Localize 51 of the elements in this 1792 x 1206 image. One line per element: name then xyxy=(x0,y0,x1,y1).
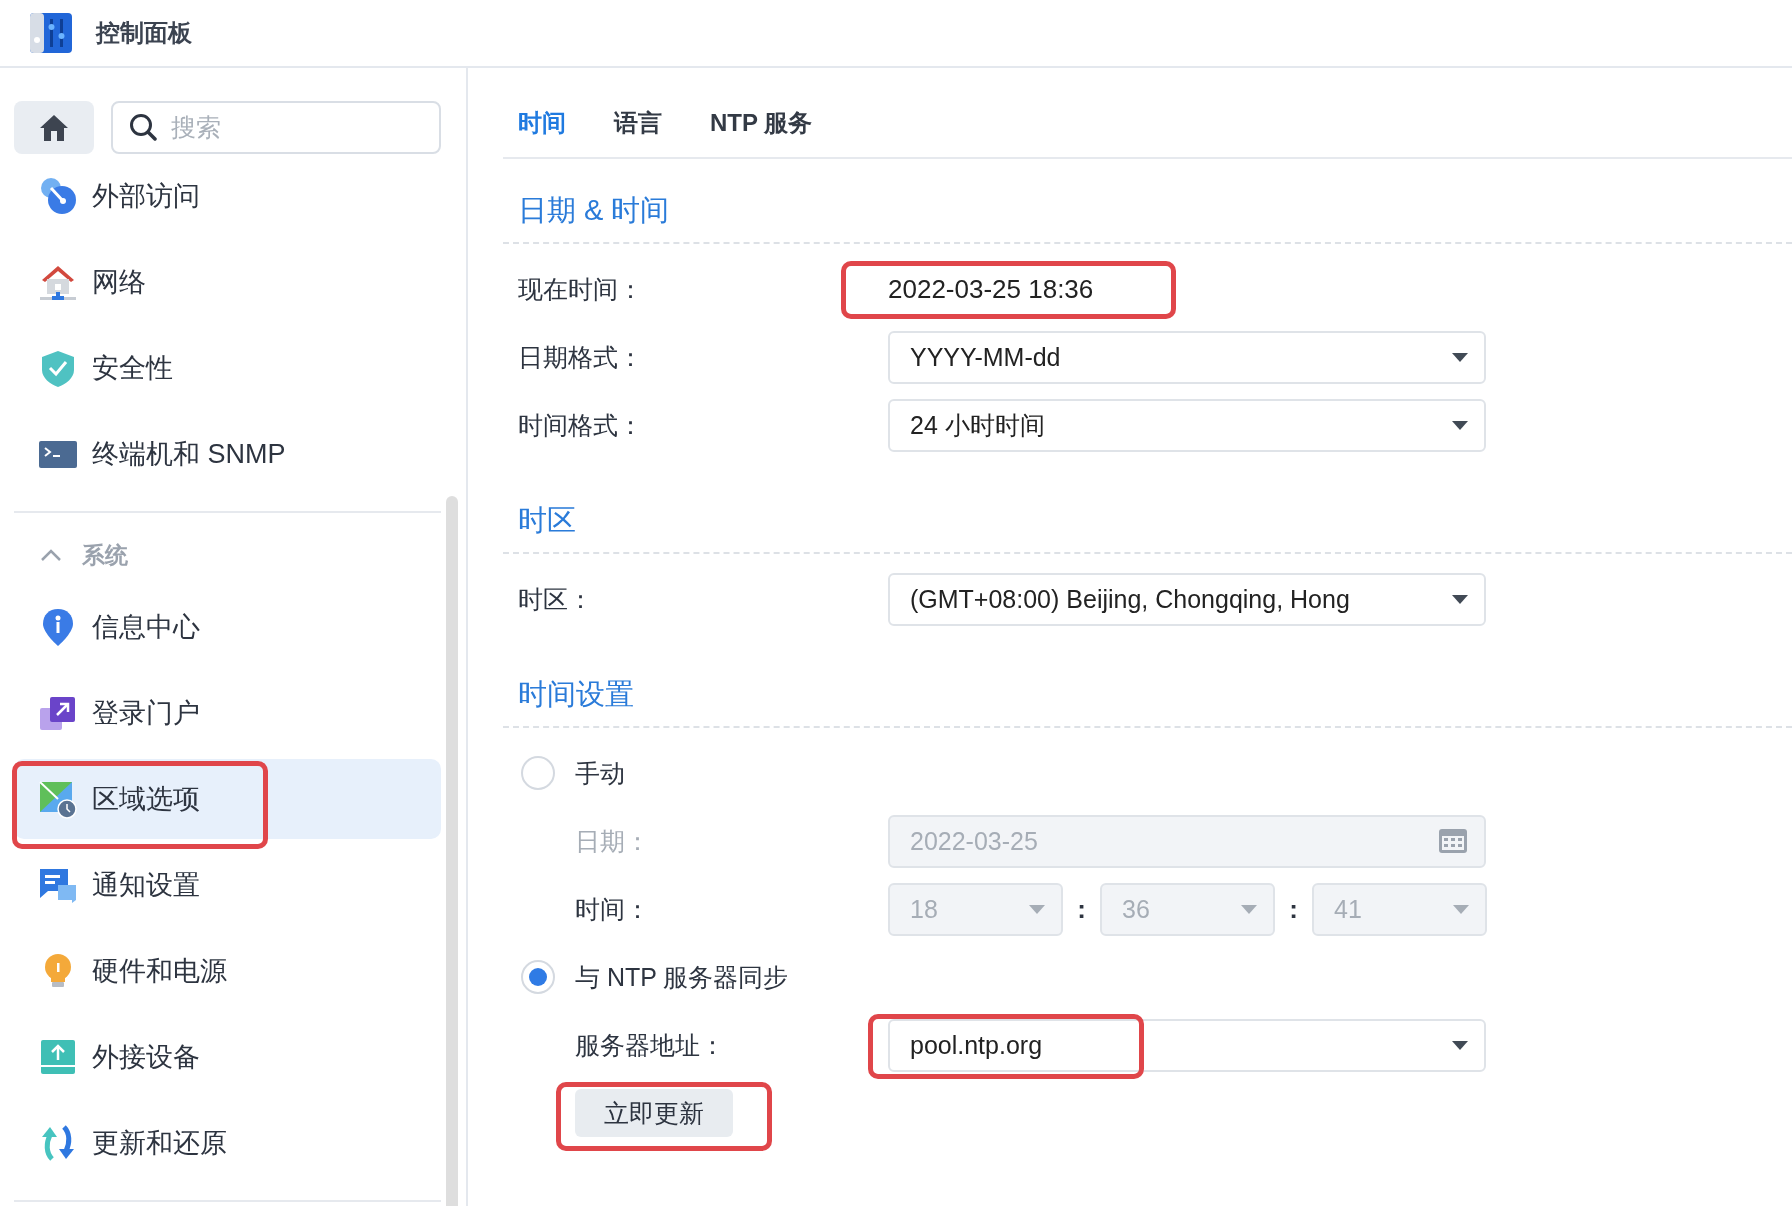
search-field[interactable]: 搜索 xyxy=(111,101,441,154)
radio-button[interactable] xyxy=(521,960,555,994)
section-title: 日期 & 时间 xyxy=(503,180,1792,244)
gauge-icon xyxy=(38,176,78,216)
sidebar-item[interactable]: 通知设置 xyxy=(14,845,441,925)
sidebar-item[interactable]: 信息中心 xyxy=(14,587,441,667)
sidebar-item[interactable]: 更新和还原 xyxy=(14,1103,441,1183)
search-icon xyxy=(129,113,157,141)
section-title: 时间设置 xyxy=(503,664,1792,728)
sidebar-item[interactable]: 安全性 xyxy=(14,328,441,408)
caret-icon[interactable] xyxy=(1452,352,1468,362)
sidebar-item[interactable]: 硬件和电源 xyxy=(14,931,441,1011)
field-label: 日期： xyxy=(575,825,651,857)
home-button[interactable] xyxy=(14,101,94,154)
home-icon xyxy=(39,113,69,142)
update-now-button[interactable]: 立即更新 xyxy=(575,1089,733,1137)
sidebar-item[interactable]: 外接设备 xyxy=(14,1017,441,1097)
radio-label: 与 NTP 服务器同步 xyxy=(575,961,789,993)
field-label: 日期格式： xyxy=(518,341,644,373)
field-label: 服务器地址： xyxy=(575,1029,726,1061)
dropdown-field[interactable]: YYYY-MM-dd xyxy=(888,330,1486,384)
scrollbar[interactable] xyxy=(446,496,458,1206)
chevron-icon xyxy=(40,548,62,562)
tab[interactable]: NTP 服务 xyxy=(710,107,813,157)
field-label: 时间格式： xyxy=(518,409,644,441)
tab[interactable]: 语言 xyxy=(614,107,662,157)
caret-icon[interactable] xyxy=(1452,594,1468,604)
caret-icon[interactable] xyxy=(1452,420,1468,430)
field-label: 时区： xyxy=(518,583,594,615)
field-label: 现在时间： xyxy=(518,273,644,305)
upload-drive-icon xyxy=(38,1037,78,1077)
field-label: 时间： xyxy=(575,893,651,925)
section-title: 时区 xyxy=(503,490,1792,554)
window-title: 控制面板 xyxy=(96,18,192,48)
sidebar-item[interactable]: 网络 xyxy=(14,242,441,322)
time-separator: : xyxy=(1288,893,1299,925)
current-time-value: 2022-03-25 18:36 xyxy=(888,274,1094,304)
dropdown-field[interactable]: pool.ntp.org xyxy=(888,1018,1486,1072)
radio-button[interactable] xyxy=(521,756,555,790)
time-separator: : xyxy=(1076,893,1087,925)
tab[interactable]: 时间 xyxy=(518,107,566,157)
dropdown-field[interactable]: 24 小时时间 xyxy=(888,398,1486,452)
sidebar-item[interactable]: 外部访问 xyxy=(14,156,441,236)
sidebar-item[interactable]: 区域选项 xyxy=(14,759,441,839)
sidebar-item[interactable]: 终端机和 SNMP xyxy=(14,414,441,494)
radio-label: 手动 xyxy=(575,757,625,789)
dropdown-field[interactable]: (GMT+08:00) Beijing, Chongqing, Hong xyxy=(888,572,1486,626)
control-panel-icon xyxy=(28,10,74,56)
sidebar-item[interactable]: 登录门户 xyxy=(14,673,441,753)
caret-icon[interactable] xyxy=(1452,1040,1468,1050)
map-clock-icon xyxy=(38,779,78,819)
